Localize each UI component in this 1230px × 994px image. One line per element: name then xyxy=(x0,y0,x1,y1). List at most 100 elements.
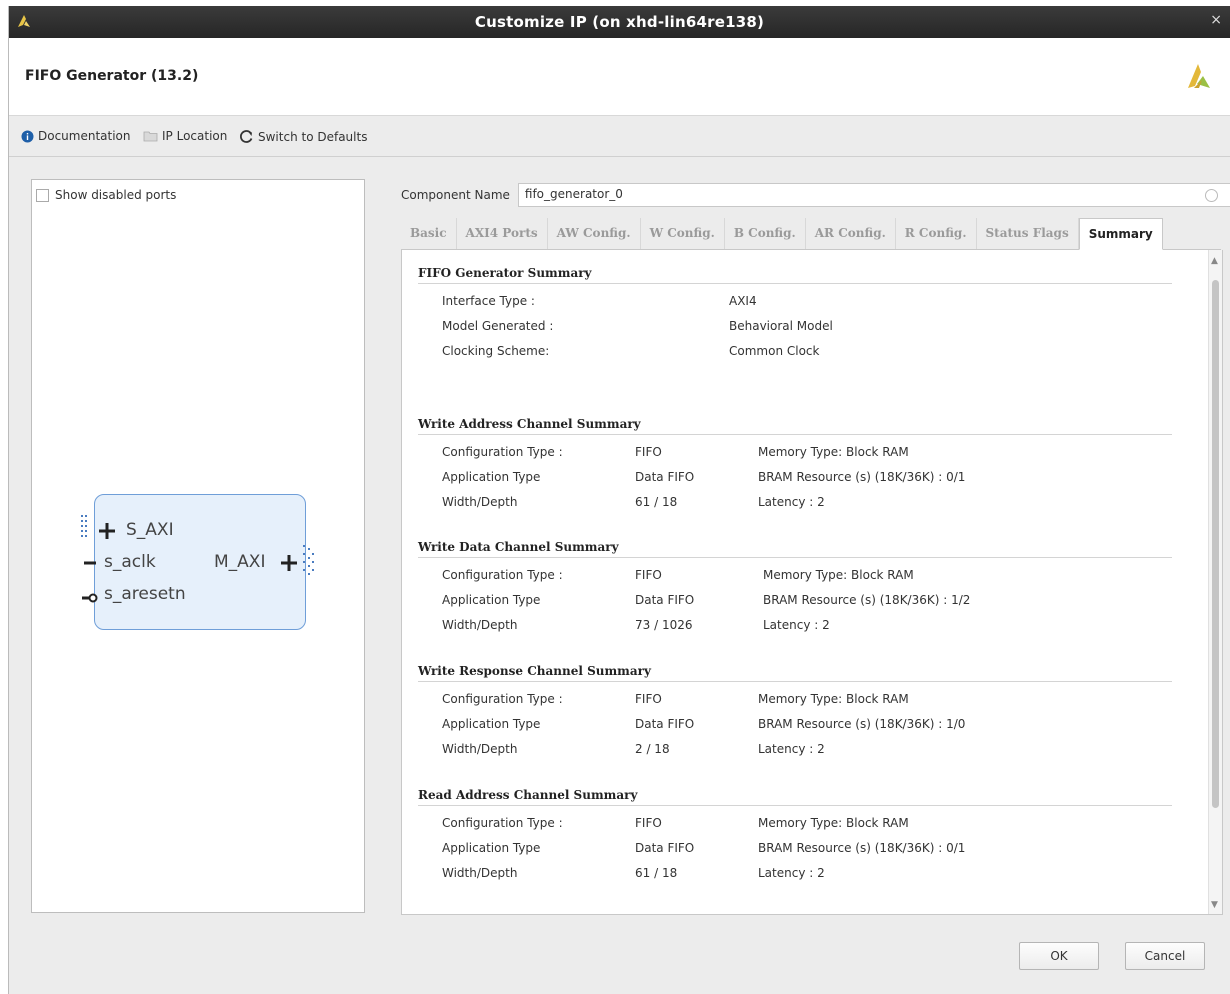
interface-type-value: AXI4 xyxy=(729,294,757,308)
switch-to-defaults-label: Switch to Defaults xyxy=(258,129,368,144)
width-depth-label: Width/Depth xyxy=(442,618,518,632)
dialog-header: FIFO Generator (13.2) xyxy=(9,38,1230,116)
tab-summary[interactable]: Summary xyxy=(1078,218,1163,250)
application-type-label: Application Type xyxy=(442,841,541,855)
width-depth-label: Width/Depth xyxy=(442,495,518,509)
config-type-label: Configuration Type : xyxy=(442,692,563,706)
model-generated-value: Behavioral Model xyxy=(729,319,833,333)
config-type-value: FIFO xyxy=(635,445,662,459)
component-name-input[interactable]: fifo_generator_0 xyxy=(517,183,1230,207)
scroll-up-icon[interactable]: ▲ xyxy=(1211,256,1218,266)
xilinx-logo-icon xyxy=(1188,64,1210,88)
title-bar[interactable]: Customize IP (on xhd-lin64re138) × xyxy=(9,6,1230,38)
memory-type-info: Memory Type: Block RAM xyxy=(758,692,909,706)
m-axi-expand-icon[interactable] xyxy=(280,554,298,572)
width-depth-value: 2 / 18 xyxy=(635,742,670,756)
window-title: Customize IP (on xhd-lin64re138) xyxy=(474,13,765,31)
show-disabled-ports-option[interactable]: Show disabled ports xyxy=(36,188,176,202)
application-type-value: Data FIFO xyxy=(635,593,695,607)
section-divider xyxy=(418,805,1172,806)
application-type-value: Data FIFO xyxy=(635,841,695,855)
component-name-label: Component Name xyxy=(401,188,510,202)
width-depth-label: Width/Depth xyxy=(442,742,518,756)
switch-to-defaults-button[interactable]: Switch to Defaults xyxy=(239,129,367,144)
width-depth-value: 73 / 1026 xyxy=(635,618,693,632)
config-type-label: Configuration Type : xyxy=(442,445,563,459)
show-disabled-ports-label: Show disabled ports xyxy=(55,188,177,202)
config-type-value: FIFO xyxy=(635,816,662,830)
summary-panel: FIFO Generator Summary Interface Type : … xyxy=(401,250,1223,915)
cancel-button[interactable]: Cancel xyxy=(1125,942,1205,970)
model-generated-label: Model Generated : xyxy=(442,319,554,333)
summary-scrollbar[interactable]: ▲ ▼ xyxy=(1208,250,1222,914)
refresh-icon xyxy=(239,129,254,144)
config-type-value: FIFO xyxy=(635,692,662,706)
bram-resource-info: BRAM Resource (s) (18K/36K) : 1/0 xyxy=(758,717,966,731)
scroll-down-icon[interactable]: ▼ xyxy=(1211,900,1218,910)
info-icon xyxy=(21,130,34,143)
interface-type-label: Interface Type : xyxy=(442,294,535,308)
folder-icon xyxy=(143,130,158,142)
component-name-value: fifo_generator_0 xyxy=(524,187,623,201)
tab-ar-config[interactable]: AR Config. xyxy=(805,218,896,249)
s-aresetn-pin-icon[interactable] xyxy=(82,592,100,604)
component-name-row: Component Name fifo_generator_0 xyxy=(401,182,1230,208)
ip-location-button[interactable]: IP Location xyxy=(143,129,227,143)
port-label-m-axi: M_AXI xyxy=(214,552,266,572)
tab-w-config[interactable]: W Config. xyxy=(640,218,725,249)
section-divider xyxy=(418,283,1172,284)
ip-title: FIFO Generator (13.2) xyxy=(25,68,199,84)
width-depth-value: 61 / 18 xyxy=(635,866,678,880)
clear-input-icon[interactable] xyxy=(1205,189,1218,202)
ip-symbol-panel: Show disabled ports S_AXI s_aclk s_arese… xyxy=(31,179,365,913)
bram-resource-info: BRAM Resource (s) (18K/36K) : 0/1 xyxy=(758,841,966,855)
clocking-scheme-label: Clocking Scheme: xyxy=(442,344,550,358)
bram-resource-info: BRAM Resource (s) (18K/36K) : 1/2 xyxy=(763,593,971,607)
bram-resource-info: BRAM Resource (s) (18K/36K) : 0/1 xyxy=(758,470,966,484)
s-axi-expand-icon[interactable] xyxy=(98,522,116,540)
application-type-label: Application Type xyxy=(442,470,541,484)
scroll-thumb[interactable] xyxy=(1212,280,1219,808)
tab-axi4-ports[interactable]: AXI4 Ports xyxy=(456,218,548,249)
section-divider xyxy=(418,434,1172,435)
memory-type-info: Memory Type: Block RAM xyxy=(758,816,909,830)
tab-basic[interactable]: Basic xyxy=(401,218,457,249)
write-address-summary-title: Write Address Channel Summary xyxy=(418,417,641,431)
s-axi-bus-connector-icon[interactable] xyxy=(80,514,92,548)
close-icon[interactable]: × xyxy=(1210,12,1222,28)
ok-button[interactable]: OK xyxy=(1019,942,1099,970)
width-depth-label: Width/Depth xyxy=(442,866,518,880)
tab-status-flags[interactable]: Status Flags xyxy=(976,218,1079,249)
width-depth-value: 61 / 18 xyxy=(635,495,678,509)
s-aclk-pin-icon[interactable] xyxy=(84,560,100,566)
tab-aw-config[interactable]: AW Config. xyxy=(547,218,641,249)
ip-location-label: IP Location xyxy=(162,129,228,143)
read-address-summary-title: Read Address Channel Summary xyxy=(418,788,638,802)
section-divider xyxy=(418,681,1172,682)
config-type-value: FIFO xyxy=(635,568,662,582)
m-axi-bus-connector-icon[interactable] xyxy=(302,544,316,578)
latency-info: Latency : 2 xyxy=(758,742,825,756)
show-disabled-ports-checkbox[interactable] xyxy=(36,188,49,202)
tab-b-config[interactable]: B Config. xyxy=(724,218,806,249)
application-type-label: Application Type xyxy=(442,593,541,607)
documentation-label: Documentation xyxy=(38,129,131,143)
application-type-label: Application Type xyxy=(442,717,541,731)
section-divider xyxy=(418,557,1172,558)
write-response-summary-title: Write Response Channel Summary xyxy=(418,664,651,678)
port-label-s-aclk: s_aclk xyxy=(104,552,156,572)
config-type-label: Configuration Type : xyxy=(442,568,563,582)
latency-info: Latency : 2 xyxy=(763,618,830,632)
config-type-label: Configuration Type : xyxy=(442,816,563,830)
documentation-button[interactable]: Documentation xyxy=(21,129,131,143)
application-type-value: Data FIFO xyxy=(635,717,695,731)
memory-type-info: Memory Type: Block RAM xyxy=(763,568,914,582)
write-data-summary-title: Write Data Channel Summary xyxy=(418,540,619,554)
tab-r-config[interactable]: R Config. xyxy=(895,218,977,249)
clocking-scheme-value: Common Clock xyxy=(729,344,820,358)
port-label-s-aresetn: s_aresetn xyxy=(104,584,186,604)
latency-info: Latency : 2 xyxy=(758,495,825,509)
latency-info: Latency : 2 xyxy=(758,866,825,880)
port-label-s-axi: S_AXI xyxy=(126,520,174,540)
toolbar: Documentation IP Location Switch to Defa… xyxy=(9,117,1230,157)
